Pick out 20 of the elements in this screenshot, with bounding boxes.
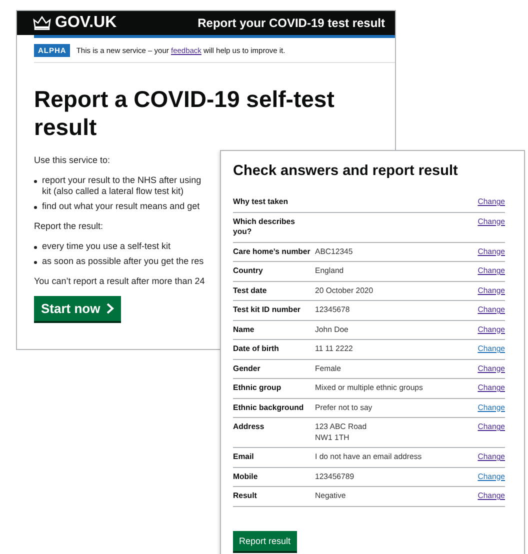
body-text: Use this service to: (34, 155, 112, 165)
start-now-button[interactable]: Start now (34, 296, 122, 321)
body-text: You can’t report a result after more than 24 (34, 276, 206, 286)
list-item-text: kit (also called a lateral flow test kit) (42, 186, 185, 196)
chevron-icon (106, 303, 114, 314)
crown-icon (33, 16, 51, 30)
page-title: Report a COVID-19 self-test result (34, 85, 336, 141)
list-item-text: report your result to the NHS after using (42, 175, 202, 185)
list-item-text: every time you use a self-test kit (42, 241, 171, 251)
list-item-text: find out what your result means and get (42, 201, 200, 211)
bullet-icon (34, 180, 37, 183)
bullet-icon (34, 206, 37, 209)
report-result-button[interactable]: Report result (233, 530, 297, 550)
bullet-icon (34, 246, 37, 249)
body-text: Report the result: (34, 221, 104, 231)
logo-text[interactable]: GOV.UK (55, 14, 117, 32)
check-answers-title: Check answers and report result (233, 163, 459, 179)
list-item-text: as soon as possible after you get the res (42, 256, 204, 266)
service-name[interactable]: Report your COVID-19 test result (198, 16, 385, 30)
bullet-icon (34, 261, 37, 264)
